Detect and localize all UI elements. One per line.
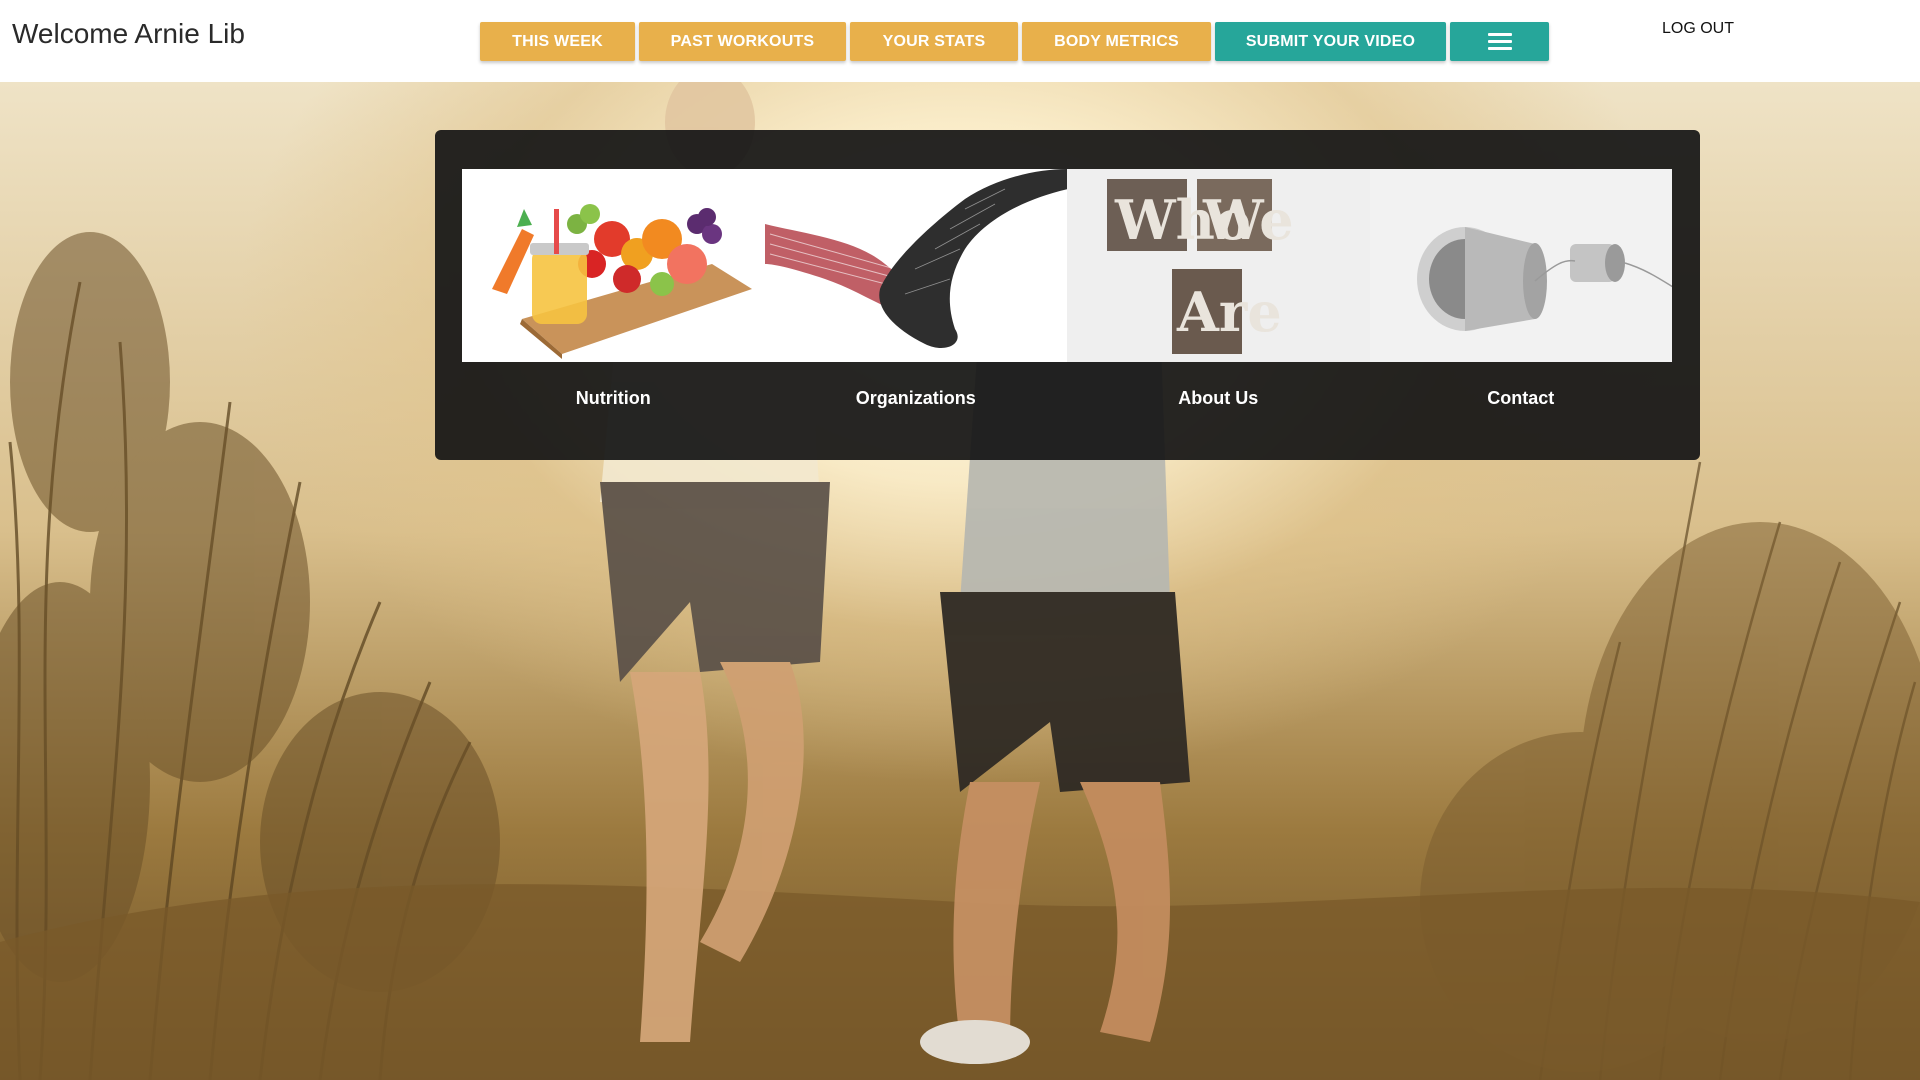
welcome-message: Welcome Arnie Lib — [12, 18, 245, 49]
past-workouts-button[interactable]: PAST WORKOUTS — [639, 22, 846, 61]
resources-panel: Who We Are Nutrition Organizations About… — [435, 130, 1700, 460]
svg-text:We: We — [1202, 188, 1294, 252]
nutrition-link[interactable]: Nutrition — [462, 388, 765, 409]
about-us-link[interactable]: About Us — [1067, 388, 1370, 409]
nutrition-tile[interactable] — [462, 169, 765, 362]
holding-hands-words-image — [764, 169, 1067, 362]
organizations-tile[interactable] — [764, 169, 1067, 362]
tin-can-phone-image — [1369, 169, 1672, 362]
contact-tile[interactable] — [1369, 169, 1672, 362]
hamburger-menu-icon — [1487, 32, 1512, 51]
this-week-button[interactable]: THIS WEEK — [480, 22, 635, 61]
resource-tiles: Who We Are — [462, 169, 1672, 362]
main-nav: THIS WEEK PAST WORKOUTS YOUR STATS BODY … — [480, 22, 1549, 61]
submit-video-button[interactable]: SUBMIT YOUR VIDEO — [1215, 22, 1446, 61]
who-we-are-letters-image: Who We Are — [1067, 169, 1370, 362]
svg-text:Are: Are — [1176, 280, 1282, 344]
body-metrics-button[interactable]: BODY METRICS — [1022, 22, 1211, 61]
fruit-vegetables-jar-image — [462, 169, 765, 362]
about-us-tile[interactable]: Who We Are — [1067, 169, 1370, 362]
menu-button[interactable] — [1450, 22, 1549, 61]
contact-link[interactable]: Contact — [1370, 388, 1673, 409]
your-stats-button[interactable]: YOUR STATS — [850, 22, 1018, 61]
top-bar: Welcome Arnie Lib THIS WEEK PAST WORKOUT… — [0, 0, 1920, 82]
tile-labels: Nutrition Organizations About Us Contact — [462, 388, 1672, 409]
organizations-link[interactable]: Organizations — [765, 388, 1068, 409]
logout-link[interactable]: LOG OUT — [1662, 20, 1734, 38]
